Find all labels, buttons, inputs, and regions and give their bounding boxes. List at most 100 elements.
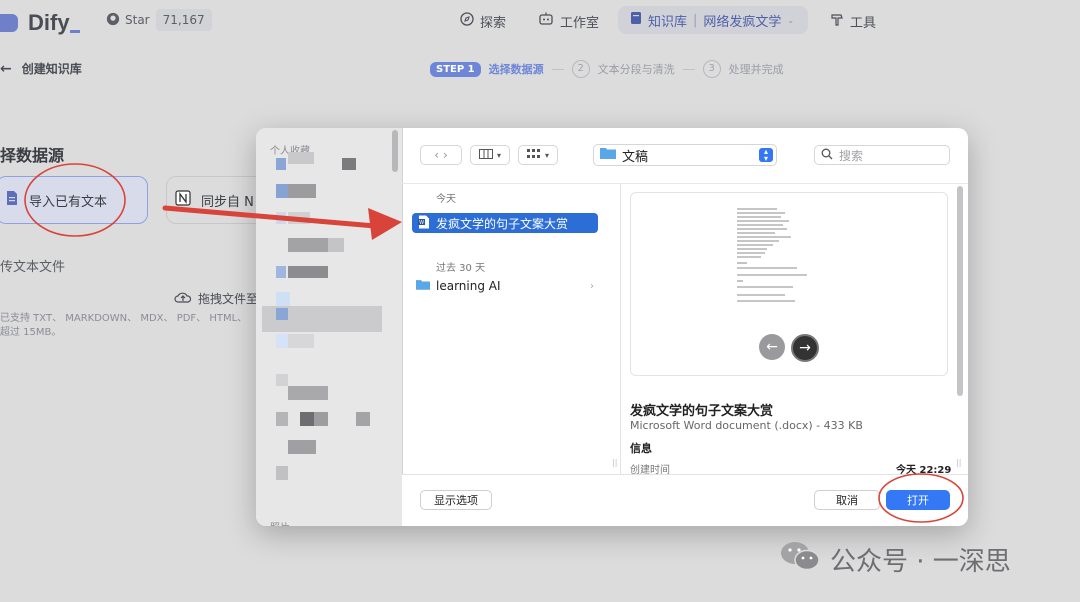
pixelated-sidebar-item — [288, 266, 328, 278]
back-forward-buttons[interactable]: ‹ › — [420, 145, 462, 165]
column-divider — [620, 184, 621, 474]
pixelated-sidebar-item — [300, 412, 314, 426]
hammer-icon — [830, 12, 844, 30]
nav-explore[interactable]: 探索 — [460, 10, 506, 32]
group-by-button[interactable]: ▾ — [518, 145, 558, 165]
pixelated-sidebar-item — [356, 412, 370, 426]
github-icon — [106, 12, 120, 29]
grid-icon — [526, 148, 541, 162]
column-resize-handle[interactable]: || — [612, 458, 617, 467]
robot-icon — [538, 12, 554, 30]
pixelated-sidebar-item[interactable] — [276, 466, 288, 480]
source-import-text[interactable]: 导入已有文本 — [0, 176, 148, 224]
github-star-button[interactable]: Star — [100, 9, 156, 31]
file-name: 发疯文学的句子文案大赏 — [436, 216, 569, 231]
watermark-text: 公众号 · 一深思 — [830, 547, 1011, 577]
search-icon — [821, 148, 833, 163]
chevron-right-icon: › — [590, 280, 594, 292]
pixelated-sidebar-item — [314, 412, 328, 426]
toolbar-divider — [402, 183, 968, 184]
top-navbar: Dify Star 71,167 探索 工作室 知识库 | 网络发疯文学 ⌄ 工… — [0, 0, 1080, 44]
document-icon — [5, 190, 19, 210]
preview-file-type: Microsoft Word document (.docx) - 433 KB — [630, 419, 863, 432]
stepper: STEP 1 选择数据源 2 文本分段与清洗 3 处理并完成 — [430, 60, 784, 78]
nav-separator: | — [693, 12, 698, 28]
upload-dropzone[interactable]: 拖拽文件至 — [174, 290, 258, 307]
source-import-label: 导入已有文本 — [29, 194, 108, 210]
nav-tools-label: 工具 — [850, 15, 877, 31]
pixelated-sidebar-item — [342, 158, 356, 170]
back-to-knowledge[interactable]: ← 创建知识库 — [0, 60, 82, 77]
pixelated-sidebar-item — [276, 308, 288, 320]
step-connector — [551, 68, 564, 70]
upload-drag-label: 拖拽文件至 — [198, 292, 259, 306]
columns-view-icon — [478, 148, 493, 162]
sidebar-scrollbar[interactable] — [392, 130, 398, 172]
nav-knowledge[interactable]: 知识库 | 网络发疯文学 ⌄ — [618, 6, 808, 34]
pixelated-sidebar-item[interactable] — [276, 266, 286, 278]
location-label: 文稿 — [622, 149, 649, 165]
document-thumbnail — [737, 208, 807, 302]
pixelated-sidebar-item[interactable] — [276, 158, 286, 170]
search-field[interactable]: 搜索 — [814, 145, 950, 165]
column-resize-handle[interactable]: || — [956, 458, 961, 467]
dify-logo[interactable]: Dify — [0, 8, 80, 38]
pixelated-sidebar-item — [288, 184, 316, 198]
dify-logo-mark — [0, 14, 18, 32]
source-notion-label: 同步自 N — [201, 194, 254, 210]
pixelated-sidebar-item[interactable] — [276, 412, 288, 426]
github-star-widget[interactable]: Star 71,167 — [100, 9, 212, 31]
pixelated-sidebar-item[interactable] — [288, 238, 328, 252]
preview-prev-button[interactable]: ← — [759, 334, 785, 360]
pixelated-sidebar-item[interactable] — [276, 374, 288, 386]
pixelated-sidebar-item[interactable] — [288, 440, 316, 454]
folder-icon — [600, 147, 616, 163]
github-star-label: Star — [125, 13, 150, 27]
nav-explore-label: 探索 — [480, 15, 507, 31]
cancel-button[interactable]: 取消 — [814, 490, 880, 510]
chevron-right-icon: › — [443, 148, 448, 162]
pixelated-sidebar-item[interactable] — [276, 212, 286, 224]
location-popup[interactable]: 文稿 ▴ ▾ — [593, 144, 777, 166]
arrow-right-icon: → — [799, 340, 811, 356]
pixelated-sidebar-item[interactable] — [276, 184, 288, 198]
step1-badge: STEP 1 — [430, 61, 481, 77]
pixelated-sidebar-item[interactable] — [276, 334, 288, 348]
back-label: 创建知识库 — [21, 62, 82, 76]
file-row-selected[interactable]: W 发疯文学的句子文案大赏 — [412, 213, 598, 233]
pixelated-sidebar-item — [288, 212, 310, 224]
cloud-upload-icon — [174, 290, 192, 307]
show-options-button[interactable]: 显示选项 — [420, 490, 492, 510]
nav-studio[interactable]: 工作室 — [538, 10, 599, 32]
svg-text:W: W — [419, 220, 424, 226]
arrow-left-icon: ← — [0, 60, 12, 77]
file-open-dialog: 个人收藏 照片 ‹ › ▾ — [256, 128, 968, 526]
github-star-count: 71,167 — [155, 9, 212, 31]
group-header-past30: 过去 30 天 — [436, 263, 486, 274]
open-button[interactable]: 打开 — [886, 490, 950, 510]
view-mode-columns-button[interactable]: ▾ — [470, 145, 510, 165]
sidebar-photos-item[interactable]: 照片 — [270, 519, 290, 526]
step-connector — [682, 68, 695, 70]
nav-knowledge-label: 知识库 — [648, 14, 688, 30]
preview-scrollbar[interactable] — [957, 186, 963, 396]
pixelated-sidebar-item[interactable] — [276, 292, 290, 306]
folder-row[interactable]: learning AI › — [416, 276, 602, 296]
nav-tools[interactable]: 工具 — [830, 10, 876, 32]
step2-label: 文本分段与清洗 — [597, 63, 675, 76]
search-placeholder: 搜索 — [839, 148, 864, 163]
book-icon — [630, 11, 642, 29]
upload-hint: 已支持 TXT、 MARKDOWN、 MDX、 PDF、 HTML、 超过 15… — [0, 313, 248, 338]
preview-next-button[interactable]: → — [791, 334, 819, 362]
folder-icon — [416, 279, 430, 293]
folder-name: learning AI — [436, 279, 501, 293]
group-header-today: 今天 — [436, 194, 456, 205]
preview-file-title: 发疯文学的句子文案大赏 — [630, 404, 774, 419]
chevron-down-icon: ▾ — [496, 150, 501, 160]
upload-section-title: 传文本文件 — [0, 260, 66, 275]
chevron-left-icon: ‹ — [434, 148, 439, 162]
chevron-down-icon: ⌄ — [787, 15, 795, 25]
chevron-down-icon: ▾ — [544, 150, 549, 160]
pixelated-sidebar-item — [288, 152, 314, 164]
step3-number: 3 — [702, 60, 721, 78]
